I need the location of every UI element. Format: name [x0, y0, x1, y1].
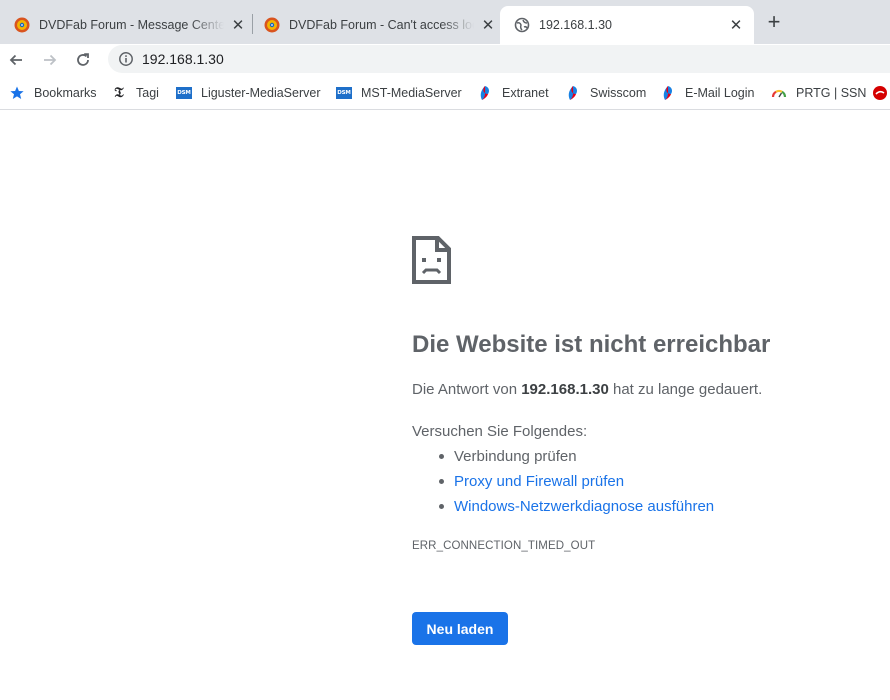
suggestions-list: Verbindung prüfen Proxy und Firewall prü… [438, 447, 714, 522]
tab-active[interactable]: 192.168.1.30 ✕ [500, 6, 754, 44]
close-icon[interactable]: ✕ [480, 17, 496, 34]
reload-page-button[interactable]: Neu laden [412, 612, 508, 645]
bookmark-label: E-Mail Login [685, 86, 755, 100]
close-icon[interactable]: ✕ [230, 17, 246, 34]
bookmark-bookmarks[interactable]: Bookmarks [9, 83, 97, 103]
red-circle-icon [872, 85, 888, 101]
dvdfab-icon [264, 17, 280, 33]
swisscom-icon [477, 85, 493, 101]
bookmarks-bar: Bookmarks 𝔗 Tagi DSM Liguster-MediaServe… [0, 76, 890, 110]
summary-host: 192.168.1.30 [521, 381, 609, 398]
summary-prefix: Die Antwort von [412, 381, 522, 398]
bookmark-prtg[interactable]: PRTG | SSN [771, 83, 866, 103]
bookmark-label: Tagi [136, 86, 159, 100]
suggestion-check-connection: Verbindung prüfen [438, 447, 714, 472]
prtg-icon [771, 85, 787, 101]
tab-title: 192.168.1.30 [539, 18, 612, 32]
back-button[interactable] [4, 48, 28, 72]
star-icon [9, 85, 25, 101]
tab-separator [252, 14, 253, 34]
close-icon[interactable]: ✕ [728, 17, 744, 34]
tab-strip: DVDFab Forum - Message Center ✕ DVDFab F… [0, 0, 890, 44]
error-summary: Die Antwort von 192.168.1.30 hat zu lang… [412, 381, 762, 398]
summary-suffix: hat zu lange gedauert. [608, 381, 763, 398]
tagi-icon: 𝔗 [114, 85, 124, 101]
dsm-icon: DSM [336, 85, 352, 101]
bookmark-liguster[interactable]: DSM Liguster-MediaServer [176, 83, 321, 103]
tab-cant-access[interactable]: DVDFab Forum - Can't access local ✕ [264, 6, 496, 44]
address-bar[interactable]: 192.168.1.30 [108, 45, 890, 73]
tab-message-center[interactable]: DVDFab Forum - Message Center ✕ [14, 6, 246, 44]
suggestion-proxy-firewall-link[interactable]: Proxy und Firewall prüfen [438, 472, 714, 497]
bookmark-label: Swisscom [590, 86, 647, 100]
error-heading: Die Website ist nicht erreichbar [412, 331, 771, 358]
swisscom-icon [565, 85, 581, 101]
forward-button[interactable] [38, 48, 62, 72]
bookmark-label: Extranet [502, 86, 549, 100]
new-tab-button[interactable]: + [762, 9, 786, 34]
tab-title: DVDFab Forum - Message Center [39, 18, 224, 32]
bookmark-email-login[interactable]: E-Mail Login [660, 83, 754, 103]
info-icon[interactable] [118, 51, 134, 67]
bookmark-tagi[interactable]: 𝔗 Tagi [111, 83, 159, 103]
bookmark-mst[interactable]: DSM MST-MediaServer [336, 83, 462, 103]
suggestion-network-diagnostics-link[interactable]: Windows-Netzwerkdiagnose ausführen [438, 497, 714, 522]
suggestions-heading: Versuchen Sie Folgendes: [412, 423, 588, 440]
bookmark-label: Bookmarks [34, 86, 97, 100]
bookmark-label: MST-MediaServer [361, 86, 462, 100]
forward-arrow-icon [44, 54, 57, 66]
dvdfab-icon [14, 17, 30, 33]
back-arrow-icon [9, 54, 22, 66]
bookmark-label: PRTG | SSN [796, 86, 867, 100]
url-text: 192.168.1.30 [142, 51, 224, 67]
bookmark-label: Liguster-MediaServer [201, 86, 321, 100]
tab-title: DVDFab Forum - Can't access local [289, 18, 474, 32]
sad-page-icon [412, 236, 451, 284]
error-code: ERR_CONNECTION_TIMED_OUT [412, 540, 596, 552]
globe-icon [514, 17, 530, 33]
reload-icon [77, 53, 89, 66]
dsm-icon: DSM [176, 85, 192, 101]
bookmark-overflow[interactable] [872, 83, 890, 103]
bookmark-extranet[interactable]: Extranet [477, 83, 549, 103]
bookmark-swisscom[interactable]: Swisscom [565, 83, 646, 103]
swisscom-icon [660, 85, 676, 101]
reload-button[interactable] [71, 48, 95, 72]
